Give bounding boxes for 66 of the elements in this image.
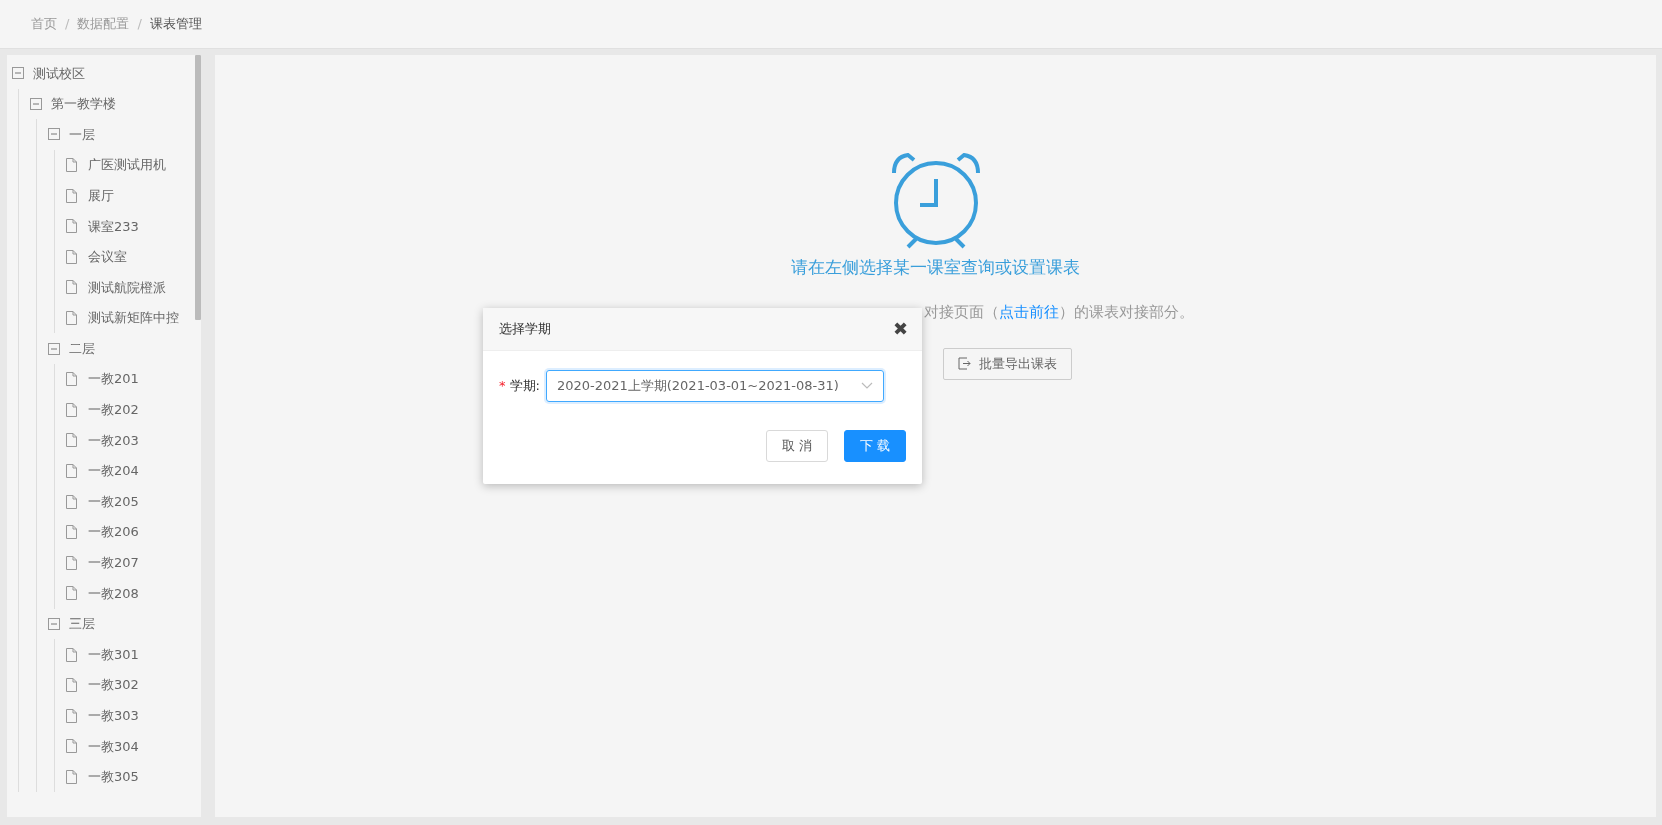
- breadcrumb-separator: /: [65, 15, 70, 34]
- file-icon: [66, 280, 77, 295]
- tree-item[interactable]: 测试航院橙派: [88, 277, 166, 298]
- tree-item[interactable]: 会议室: [88, 247, 127, 267]
- tree-item[interactable]: 一教302: [88, 675, 139, 695]
- file-icon: [66, 311, 77, 326]
- file-icon: [66, 586, 77, 601]
- export-button[interactable]: 批量导出课表: [943, 348, 1072, 380]
- field-label: 学期:: [509, 377, 540, 396]
- tree-item[interactable]: 一教205: [88, 491, 139, 512]
- alarm-clock-icon: [889, 151, 982, 251]
- tree-item[interactable]: 一教301: [88, 644, 139, 665]
- link[interactable]: 点击前往: [999, 302, 1059, 321]
- tree-item[interactable]: 一教303: [88, 706, 139, 726]
- file-icon: [66, 464, 77, 478]
- file-icon: [66, 769, 77, 784]
- tree-item[interactable]: 一教304: [88, 736, 139, 757]
- file-icon: [66, 739, 77, 754]
- breadcrumb-current: 课表管理: [149, 15, 202, 34]
- tree-item[interactable]: 测试新矩阵中控: [88, 308, 179, 328]
- collapse-icon[interactable]: [48, 618, 60, 630]
- tree-item[interactable]: 展厅: [88, 185, 114, 206]
- dialog-title: 选择学期: [499, 320, 551, 339]
- required-mark: *: [499, 377, 506, 396]
- tree-item[interactable]: 一教204: [88, 461, 139, 481]
- collapse-icon[interactable]: [48, 342, 60, 355]
- tree-item[interactable]: 一教208: [88, 583, 139, 604]
- tree-item[interactable]: 三层: [69, 614, 95, 634]
- chevron-down-icon: [860, 382, 873, 390]
- scrollbar[interactable]: [195, 55, 201, 320]
- tree-item[interactable]: 一层: [69, 124, 95, 145]
- file-icon: [66, 647, 77, 662]
- file-icon: [66, 678, 77, 693]
- file-icon: [66, 158, 77, 173]
- export-icon: [958, 357, 971, 371]
- file-icon: [66, 219, 77, 234]
- tree-item[interactable]: 二层: [69, 338, 95, 359]
- tree-item[interactable]: 广医测试用机: [88, 155, 166, 175]
- file-icon: [66, 525, 77, 540]
- breadcrumb-separator: /: [137, 15, 142, 34]
- collapse-icon[interactable]: [12, 67, 24, 80]
- tree-item[interactable]: 一教305: [88, 767, 139, 787]
- tree-item[interactable]: 课室233: [88, 216, 139, 236]
- tree-item[interactable]: 一教202: [88, 400, 139, 420]
- tree-item[interactable]: 第一教学楼: [51, 94, 116, 114]
- collapse-icon[interactable]: [30, 97, 42, 110]
- file-icon: [66, 433, 77, 448]
- tree-item[interactable]: 一教207: [88, 553, 139, 573]
- file-icon: [66, 249, 77, 264]
- download-button[interactable]: 下 载: [843, 430, 906, 462]
- tree-item[interactable]: 一教206: [88, 522, 139, 542]
- close-button[interactable]: ✖: [892, 320, 908, 338]
- file-icon: [66, 494, 77, 509]
- file-icon: [66, 555, 77, 570]
- file-icon: [66, 188, 77, 203]
- tree-item[interactable]: 一教201: [88, 369, 139, 389]
- semester-select[interactable]: 2020-2021上学期(2021-03-01~2021-08-31): [545, 370, 884, 402]
- hint-text: 对接页面（点击前往）的课表对接部分。: [923, 301, 1195, 323]
- file-icon: [66, 372, 77, 387]
- tree-item[interactable]: 测试校区: [33, 63, 85, 84]
- collapse-icon[interactable]: [48, 128, 60, 141]
- prompt-text: 请在左侧选择某一课室查询或设置课表: [790, 256, 1081, 279]
- file-icon: [66, 708, 77, 723]
- tree-item[interactable]: 一教203: [88, 430, 139, 451]
- cancel-button[interactable]: 取 消: [765, 430, 828, 462]
- file-icon: [66, 402, 77, 417]
